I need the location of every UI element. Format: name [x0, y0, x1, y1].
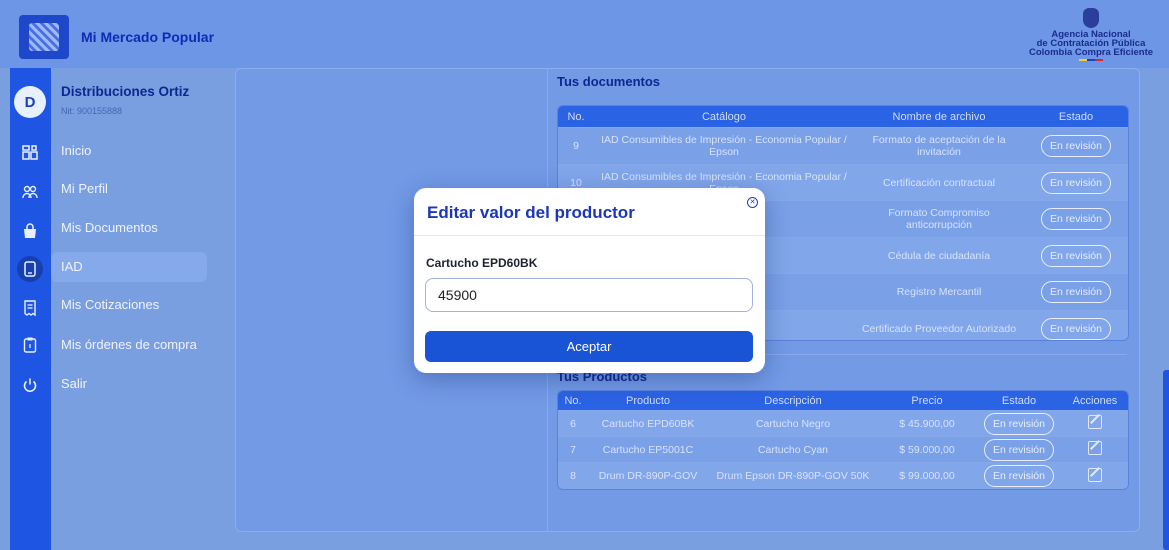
avatar[interactable]: D: [14, 86, 46, 118]
row-descripcion: Cartucho Negro: [755, 417, 831, 430]
col-no: No.: [564, 394, 582, 407]
row-no: 8: [570, 470, 576, 482]
row-no: 10: [570, 176, 582, 189]
edit-value-modal: Editar valor del productor ✕ Cartucho EP…: [414, 188, 765, 373]
col-descripcion: Descripción: [764, 394, 822, 407]
row-catalogo: IAD Consumibles de Impresión - Economia …: [601, 134, 847, 158]
row-precio: $ 45.900,00: [899, 417, 955, 430]
row-archivo: Certificación contractual: [882, 176, 996, 189]
top-header: Mi Mercado Popular Agencia Nacional de C…: [0, 0, 1169, 68]
row-archivo: Formato de aceptación de la invitación: [872, 134, 1006, 158]
row-no: 6: [570, 417, 576, 430]
company-name: Distribuciones Ortiz: [61, 84, 190, 99]
col-precio: Precio: [911, 394, 943, 407]
app-title: Mi Mercado Popular: [81, 29, 215, 45]
product-field-label: Cartucho EPD60BK: [426, 256, 538, 270]
sidebar-item-mi-perfil[interactable]: Mi Perfil: [51, 174, 207, 204]
users-icon[interactable]: [19, 181, 41, 203]
app-logo: [19, 15, 69, 59]
status-badge[interactable]: En revisión: [1041, 317, 1111, 340]
row-no: 9: [573, 140, 579, 152]
power-icon[interactable]: [19, 374, 41, 396]
company-nit: Nit: 900155888: [61, 106, 123, 116]
col-producto: Producto: [625, 394, 671, 407]
agency-logo: Agencia Nacional de Contratación Pública…: [1021, 8, 1161, 61]
row-no: 7: [570, 443, 576, 456]
flag-strip: [1079, 59, 1103, 61]
sidebar-item-mis-cotizaciones[interactable]: Mis Cotizaciones: [51, 290, 207, 320]
table-row: 8 Drum DR-890P-GOV Drum Epson DR-890P-GO…: [558, 462, 1128, 489]
modal-title: Editar valor del productor: [427, 203, 635, 222]
receipt-icon[interactable]: [19, 297, 41, 319]
row-producto: Cartucho EP5001C: [602, 443, 694, 456]
row-archivo: Formato Compromiso anticorrupción: [888, 207, 990, 231]
products-table: No. Producto Descripción Precio Estado A…: [557, 390, 1129, 490]
status-badge[interactable]: En revisión: [1041, 171, 1111, 194]
close-circle-icon[interactable]: ✕: [747, 197, 758, 208]
modal-divider: [414, 235, 765, 236]
home-grid-icon[interactable]: [19, 142, 41, 164]
status-badge[interactable]: En revisión: [1041, 244, 1111, 267]
row-descripcion: Drum Epson DR-890P-GOV 50K: [716, 470, 870, 482]
sidebar-item-mis-ordenes[interactable]: Mis órdenes de compra: [51, 330, 207, 360]
edit-icon[interactable]: [1088, 415, 1102, 429]
documents-table-header: No. Catálogo Nombre de archivo Estado: [558, 106, 1128, 127]
status-badge[interactable]: En revisión: [1041, 281, 1111, 303]
row-archivo: Cédula de ciudadanía: [887, 249, 991, 262]
accept-button[interactable]: Aceptar: [425, 331, 753, 362]
table-row: 6 Cartucho EPD60BK Cartucho Negro $ 45.9…: [558, 410, 1128, 436]
sidebar-item-inicio[interactable]: Inicio: [51, 136, 207, 166]
col-archivo: Nombre de archivo: [892, 110, 986, 123]
status-badge[interactable]: En revisión: [984, 438, 1054, 461]
row-producto: Cartucho EPD60BK: [601, 417, 695, 430]
status-badge[interactable]: En revisión: [1041, 135, 1111, 157]
products-table-header: No. Producto Descripción Precio Estado A…: [558, 391, 1128, 410]
row-descripcion: Cartucho Cyan: [757, 443, 829, 456]
col-catalogo: Catálogo: [701, 110, 747, 123]
edit-icon[interactable]: [1088, 441, 1102, 455]
agency-line: Colombia Compra Eficiente: [1028, 47, 1154, 58]
row-precio: $ 99.000,00: [899, 470, 955, 482]
col-estado: Estado: [1058, 110, 1094, 123]
row-precio: $ 59.000,00: [899, 443, 955, 456]
documents-title: Tus documentos: [557, 74, 661, 89]
sidebar-item-iad[interactable]: IAD: [51, 252, 207, 282]
status-badge[interactable]: En revisión: [1041, 208, 1111, 230]
col-no: No.: [567, 110, 585, 123]
price-input[interactable]: [425, 278, 753, 312]
scrollbar-thumb[interactable]: [1163, 370, 1169, 550]
row-archivo: Certificado Proveedor Autorizado: [861, 322, 1017, 335]
edit-icon[interactable]: [1088, 467, 1102, 482]
brand[interactable]: Mi Mercado Popular: [10, 8, 214, 66]
table-row: 9 IAD Consumibles de Impresión - Economi…: [558, 127, 1128, 164]
col-estado: Estado: [1001, 394, 1037, 407]
sidebar-item-mis-documentos[interactable]: Mis Documentos: [51, 213, 207, 243]
sidebar: Distribuciones Ortiz Nit: 900155888 Inic…: [51, 68, 217, 550]
sidebar-item-salir[interactable]: Salir: [51, 369, 207, 399]
status-badge[interactable]: En revisión: [984, 412, 1054, 435]
row-producto: Drum DR-890P-GOV: [598, 470, 698, 482]
clipboard-icon[interactable]: [19, 334, 41, 356]
icon-rail: D: [10, 68, 51, 550]
row-archivo: Registro Mercantil: [896, 286, 982, 298]
bag-icon[interactable]: [19, 220, 41, 242]
status-badge[interactable]: En revisión: [984, 465, 1054, 487]
table-row: 7 Cartucho EP5001C Cartucho Cyan $ 59.00…: [558, 436, 1128, 462]
col-acciones: Acciones: [1072, 394, 1118, 407]
tablet-icon[interactable]: [17, 256, 43, 282]
coat-of-arms-icon: [1083, 8, 1099, 28]
